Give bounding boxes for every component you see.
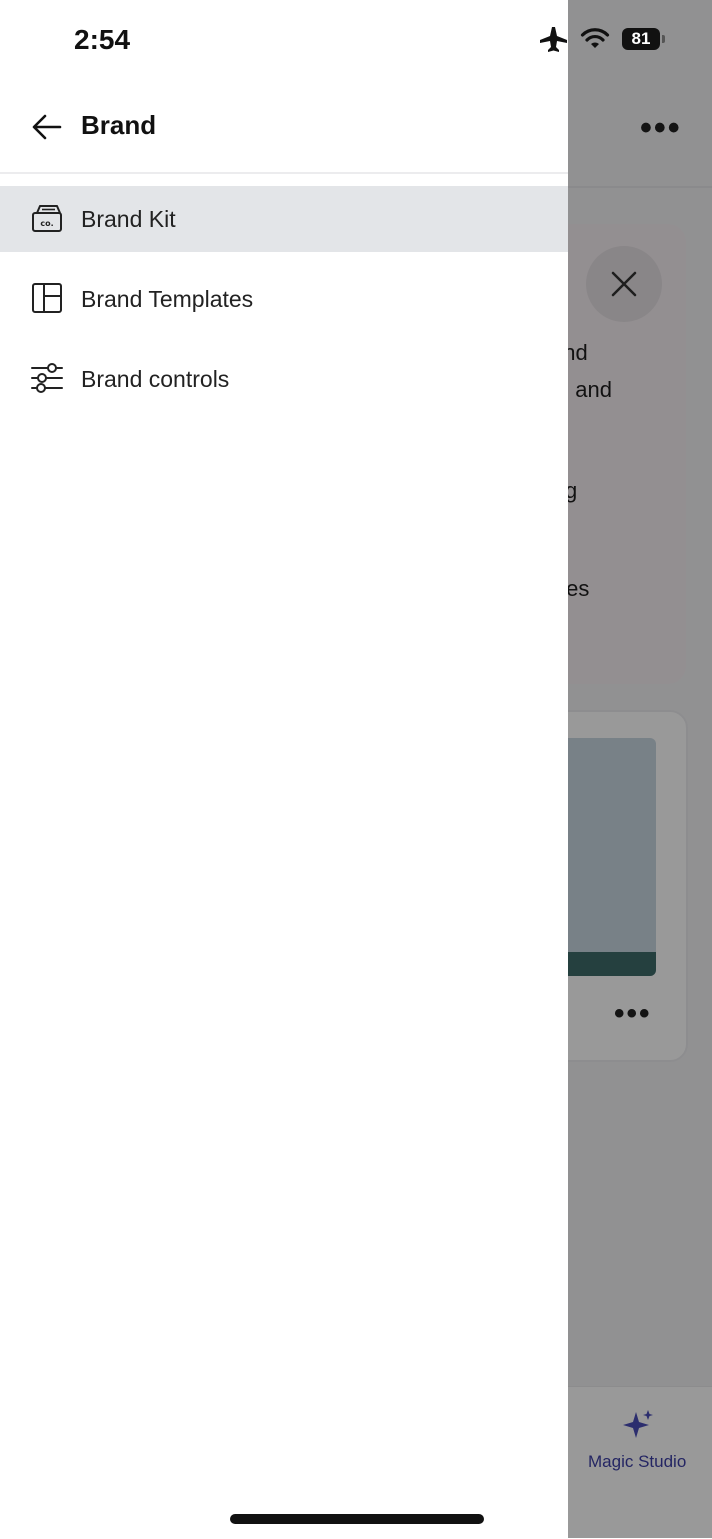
drawer-title: Brand bbox=[81, 110, 157, 140]
wifi-icon bbox=[580, 28, 610, 48]
svg-text:co.: co. bbox=[40, 219, 53, 228]
brand-menu: co. Brand Kit Brand Templates Brand cont… bbox=[0, 186, 568, 426]
sliders-icon bbox=[31, 363, 63, 393]
template-layout-icon bbox=[32, 283, 62, 313]
menu-item-label: Brand Templates bbox=[81, 285, 254, 312]
status-time: 2:54 bbox=[74, 24, 131, 55]
brand-kit-icon: co. bbox=[32, 205, 62, 232]
back-arrow-icon[interactable] bbox=[30, 110, 64, 144]
menu-item-label: Brand Kit bbox=[81, 205, 176, 232]
drawer-header: Brand bbox=[0, 90, 568, 174]
status-icons: 81 bbox=[540, 26, 665, 52]
brand-drawer: 2:54 81 Brand co. Brand Kit Brand Templa… bbox=[0, 0, 665, 1538]
menu-item-brand-templates[interactable]: Brand Templates bbox=[0, 266, 568, 332]
battery-indicator: 81 bbox=[622, 28, 665, 50]
home-indicator[interactable] bbox=[230, 1514, 484, 1524]
menu-item-brand-controls[interactable]: Brand controls bbox=[0, 346, 568, 412]
menu-item-brand-kit[interactable]: co. Brand Kit bbox=[0, 186, 568, 252]
airplane-mode-icon bbox=[540, 27, 567, 52]
menu-item-label: Brand controls bbox=[81, 365, 230, 392]
